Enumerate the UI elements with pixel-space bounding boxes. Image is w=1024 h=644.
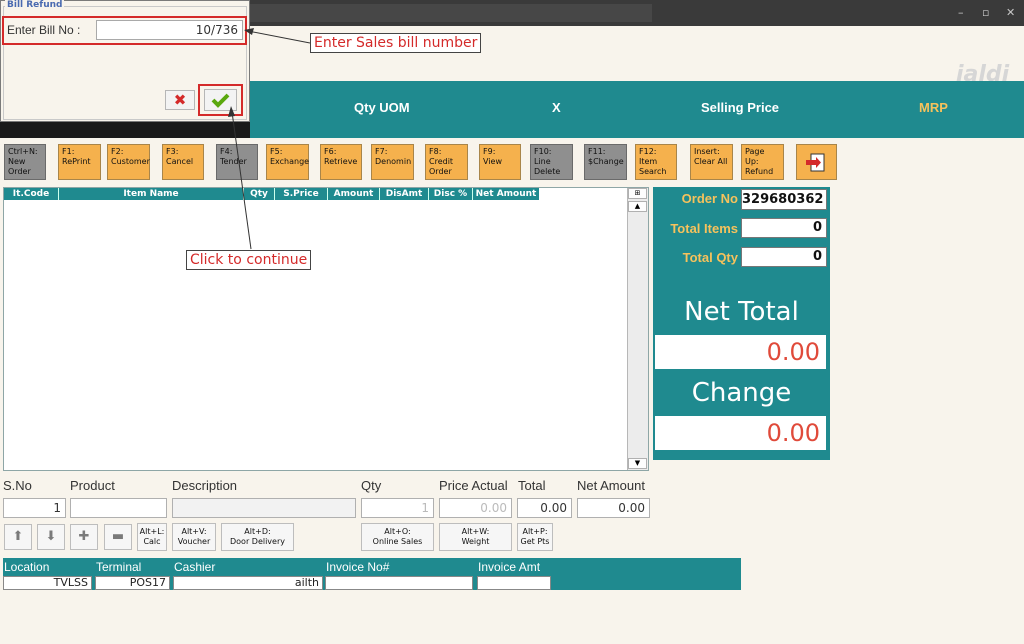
- bill-arrowhead: [244, 28, 254, 35]
- annotation-arrows: [228, 28, 311, 250]
- annotation-enter-bill: Enter Sales bill number: [310, 33, 482, 53]
- annotation-click-continue: Click to continue: [186, 250, 312, 270]
- click-arrow-line: [231, 111, 252, 250]
- click-arrowhead: [228, 106, 235, 117]
- bill-arrow-line: [247, 30, 311, 44]
